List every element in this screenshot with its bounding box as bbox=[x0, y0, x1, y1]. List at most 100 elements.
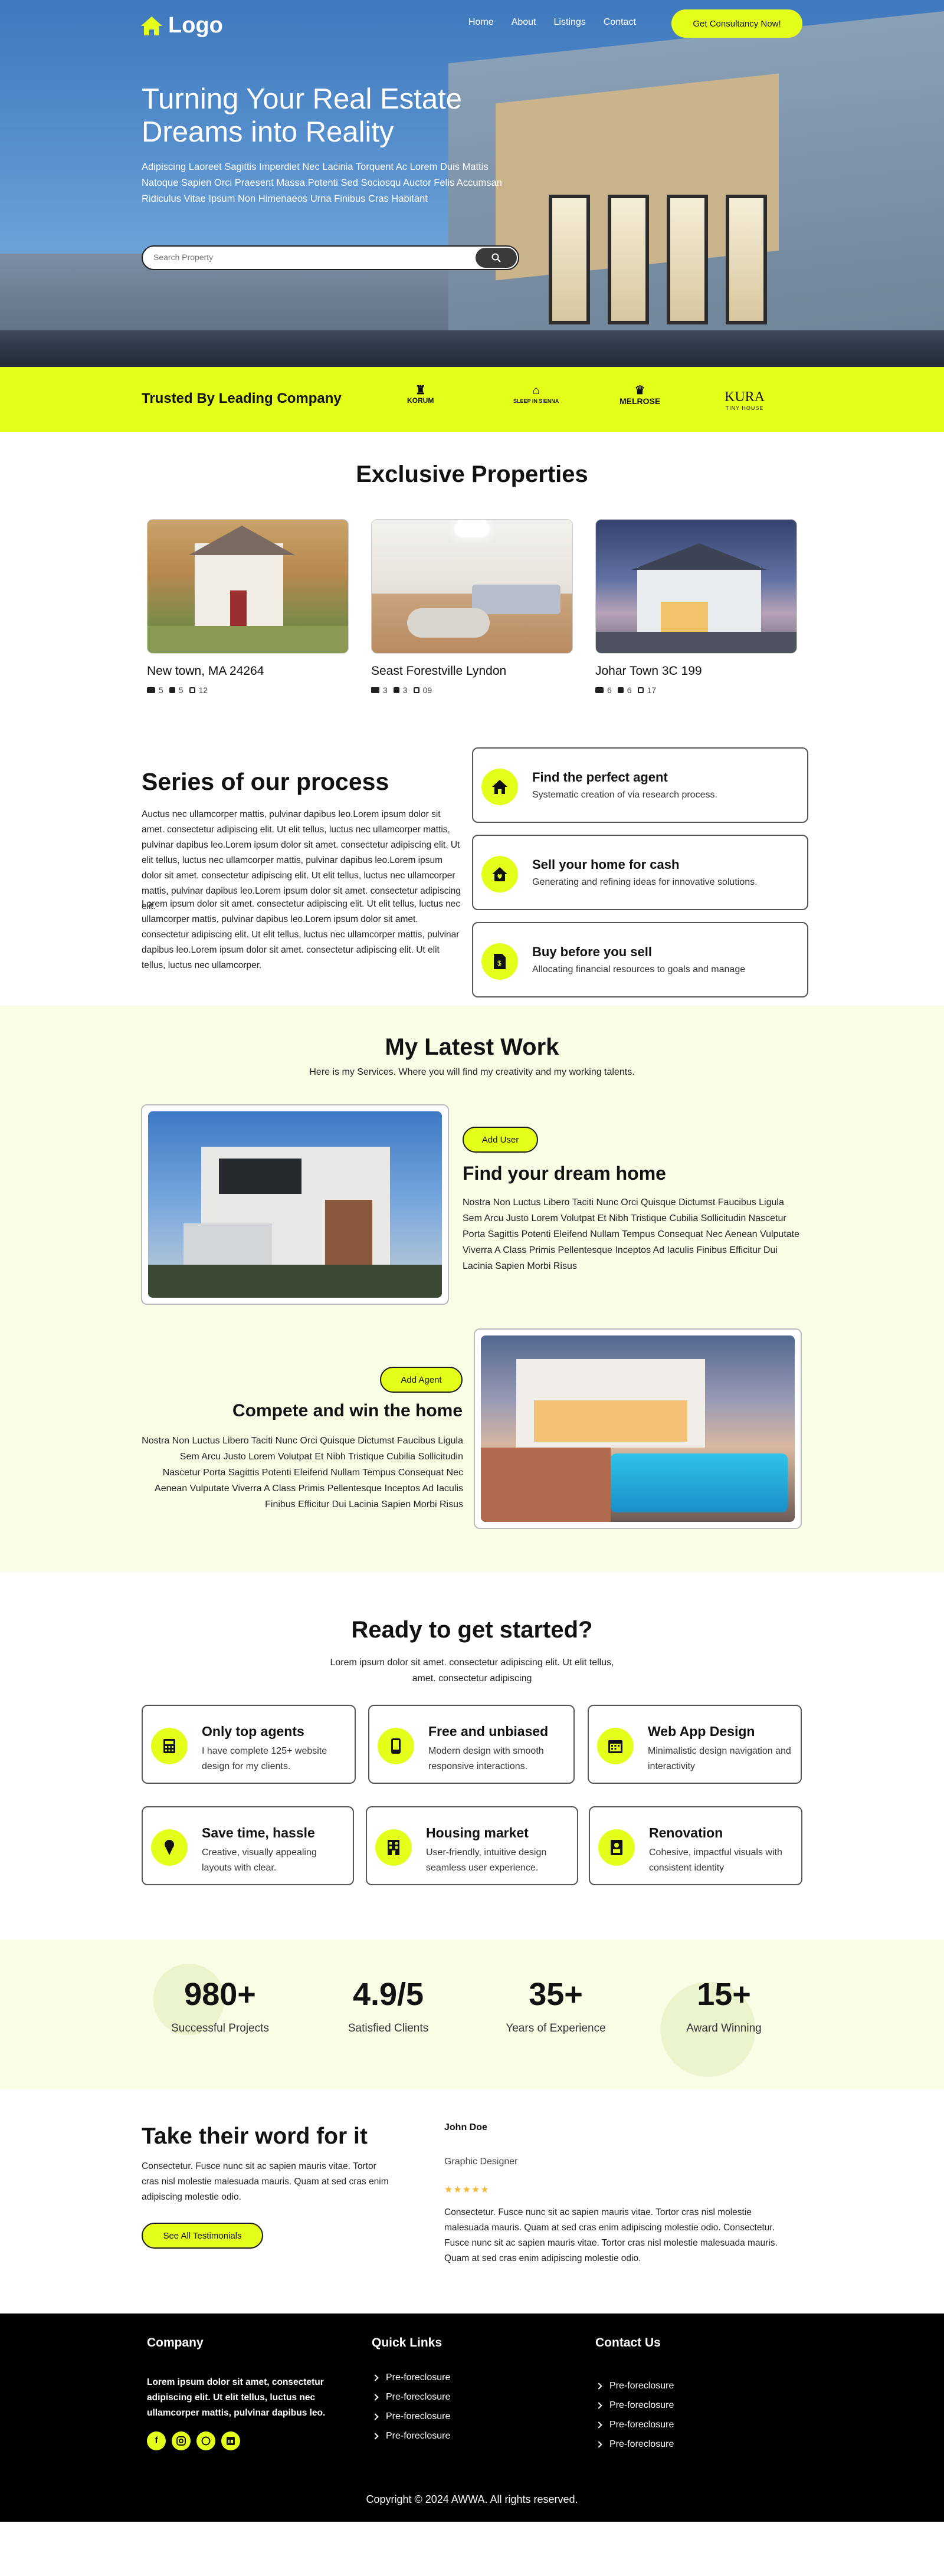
quick-link[interactable]: Pre-foreclosure bbox=[372, 2368, 450, 2387]
building-icon bbox=[375, 1829, 412, 1866]
hero-section: Logo Home About Listings Contact Get Con… bbox=[0, 0, 944, 367]
melrose-icon: ♛ bbox=[634, 384, 645, 397]
hero-window bbox=[667, 195, 708, 324]
stat-label: Successful Projects bbox=[171, 2022, 269, 2034]
linkedin-icon[interactable] bbox=[221, 2431, 240, 2450]
chevron-right-icon bbox=[595, 2421, 602, 2429]
testimonial-title: Take their word for it bbox=[142, 2124, 368, 2149]
stat-award-winning: 15+ Award Winning bbox=[647, 1976, 801, 2035]
bath-count: 5 bbox=[169, 685, 183, 695]
process-paragraph: Lorem ipsum dolor sit amet. consectetur … bbox=[142, 899, 461, 970]
home-logo-icon bbox=[141, 16, 162, 35]
footer-quick-links-title: Quick Links bbox=[372, 2336, 442, 2349]
rating-stars: ★★★★★ bbox=[444, 2185, 490, 2195]
see-all-testimonials-button[interactable]: See All Testimonials bbox=[142, 2223, 263, 2249]
hero-description: Adipiscing Laoreet Sagittis Imperdiet Ne… bbox=[142, 162, 502, 204]
process-card-find-agent[interactable]: Find the perfect agent Systematic creati… bbox=[472, 747, 808, 823]
work-image-frame bbox=[474, 1328, 802, 1529]
feature-card[interactable]: Web App Design Minimalistic design navig… bbox=[588, 1705, 802, 1784]
process-title: Series of our process bbox=[142, 768, 389, 795]
area-size: 12 bbox=[189, 685, 208, 695]
work-description: Nostra Non Luctus Libero Taciti Nunc Orc… bbox=[142, 1436, 463, 1509]
add-user-button[interactable]: Add User bbox=[463, 1127, 538, 1153]
feature-card[interactable]: Housing market User-friendly, intuitive … bbox=[366, 1806, 578, 1885]
process-card-buy-before[interactable]: $ Buy before you sell Allocating financi… bbox=[472, 922, 808, 997]
bed-count: 3 bbox=[371, 685, 388, 695]
area-icon bbox=[413, 687, 419, 693]
feature-card[interactable]: Save time, hassle Creative, visually app… bbox=[142, 1806, 354, 1885]
bath-icon bbox=[393, 687, 399, 693]
feature-card[interactable]: Free and unbiased Modern design with smo… bbox=[368, 1705, 575, 1784]
ice-cream-icon bbox=[151, 1829, 188, 1866]
feature-card[interactable]: Only top agents I have complete 125+ web… bbox=[142, 1705, 356, 1784]
home-icon bbox=[481, 769, 518, 805]
nav-link-about[interactable]: About bbox=[512, 17, 536, 28]
contact-link[interactable]: Pre-foreclosure bbox=[595, 2434, 674, 2454]
area-icon bbox=[637, 687, 644, 693]
add-agent-button[interactable]: Add Agent bbox=[380, 1367, 463, 1393]
latest-work-section: My Latest Work Here is my Services. Wher… bbox=[0, 1006, 944, 1572]
dribbble-icon[interactable] bbox=[196, 2431, 215, 2450]
hero-window bbox=[726, 195, 767, 324]
brand-logo-kura: KURA TINY HOUSE bbox=[725, 389, 765, 411]
stats-section: 980+ Successful Projects 4.9/5 Satisfied… bbox=[0, 1940, 944, 2089]
hero-title: Turning Your Real Estate Dreams into Rea… bbox=[142, 83, 462, 148]
stat-label: Satisfied Clients bbox=[348, 2022, 429, 2034]
latest-work-subtitle: Here is my Services. Where you will find… bbox=[309, 1067, 635, 1077]
site-logo[interactable]: Logo bbox=[140, 13, 223, 38]
feature-card[interactable]: Renovation Cohesive, impactful visuals w… bbox=[589, 1806, 802, 1885]
nav-menu: Home About Listings Contact bbox=[468, 17, 636, 28]
property-card[interactable]: Seast Forestville Lyndon 3 3 09 bbox=[371, 519, 573, 695]
site-footer: Company Lorem ipsum dolor sit amet, cons… bbox=[0, 2314, 944, 2522]
feature-title: Renovation bbox=[649, 1825, 723, 1840]
property-card[interactable]: Johar Town 3C 199 6 6 17 bbox=[595, 519, 797, 695]
feature-desc: I have complete 125+ website design for … bbox=[202, 1746, 327, 1771]
footer-contact-title: Contact Us bbox=[595, 2336, 661, 2349]
chevron-right-icon bbox=[595, 2440, 602, 2448]
facebook-icon[interactable]: f bbox=[147, 2431, 166, 2450]
ready-subtitle: Lorem ipsum dolor sit amet. consectetur … bbox=[330, 1658, 614, 1684]
stat-value: 4.9/5 bbox=[352, 1977, 424, 2012]
reviewer-name: John Doe bbox=[444, 2122, 487, 2132]
work-description: Nostra Non Luctus Libero Taciti Nunc Orc… bbox=[463, 1197, 800, 1271]
brand-logo-korum: ♜ KORUM bbox=[407, 384, 434, 405]
stat-label: Award Winning bbox=[686, 2022, 762, 2034]
trusted-title: Trusted By Leading Company bbox=[142, 390, 342, 406]
bed-count: 6 bbox=[595, 685, 612, 695]
footer-company-desc: Lorem ipsum dolor sit amet, consectetur … bbox=[147, 2377, 326, 2418]
bed-icon bbox=[371, 687, 379, 693]
process-card-sell-home[interactable]: Sell your home for cash Generating and r… bbox=[472, 835, 808, 910]
hero-window bbox=[608, 195, 649, 324]
property-card[interactable]: New town, MA 24264 5 5 12 bbox=[147, 519, 349, 695]
process-card-desc: Systematic creation of via research proc… bbox=[532, 790, 717, 800]
feature-title: Free and unbiased bbox=[428, 1724, 549, 1739]
calculator-icon bbox=[151, 1728, 188, 1764]
contact-link[interactable]: Pre-foreclosure bbox=[595, 2415, 674, 2434]
chevron-right-icon bbox=[372, 2374, 379, 2381]
ready-section: Ready to get started? Lorem ipsum dolor … bbox=[0, 1572, 944, 1940]
quick-link[interactable]: Pre-foreclosure bbox=[372, 2387, 450, 2407]
nav-link-listings[interactable]: Listings bbox=[554, 17, 586, 28]
feature-title: Only top agents bbox=[202, 1724, 304, 1739]
area-size: 09 bbox=[413, 685, 432, 695]
contact-link[interactable]: Pre-foreclosure bbox=[595, 2376, 674, 2395]
id-card-icon bbox=[598, 1829, 635, 1866]
quick-link[interactable]: Pre-foreclosure bbox=[372, 2426, 450, 2446]
contact-link[interactable]: Pre-foreclosure bbox=[595, 2395, 674, 2415]
calendar-icon bbox=[597, 1728, 634, 1764]
search-input[interactable] bbox=[153, 252, 460, 262]
instagram-icon[interactable] bbox=[172, 2431, 191, 2450]
area-size: 17 bbox=[637, 685, 656, 695]
svg-text:$: $ bbox=[497, 959, 502, 967]
nav-link-contact[interactable]: Contact bbox=[604, 17, 636, 28]
quick-link[interactable]: Pre-foreclosure bbox=[372, 2407, 450, 2426]
get-consultancy-button[interactable]: Get Consultancy Now! bbox=[671, 9, 802, 38]
search-button[interactable] bbox=[476, 248, 517, 268]
property-title: Johar Town 3C 199 bbox=[595, 664, 702, 678]
nav-link-home[interactable]: Home bbox=[468, 17, 494, 28]
brand-logo-sleep-in-sienna: ⌂ SLEEP IN SIENNA bbox=[513, 384, 559, 404]
brand-logo-melrose: ♛ MELROSE bbox=[620, 384, 661, 406]
bath-count: 6 bbox=[617, 685, 632, 695]
property-title: Seast Forestville Lyndon bbox=[371, 664, 507, 678]
feature-title: Save time, hassle bbox=[202, 1825, 315, 1840]
